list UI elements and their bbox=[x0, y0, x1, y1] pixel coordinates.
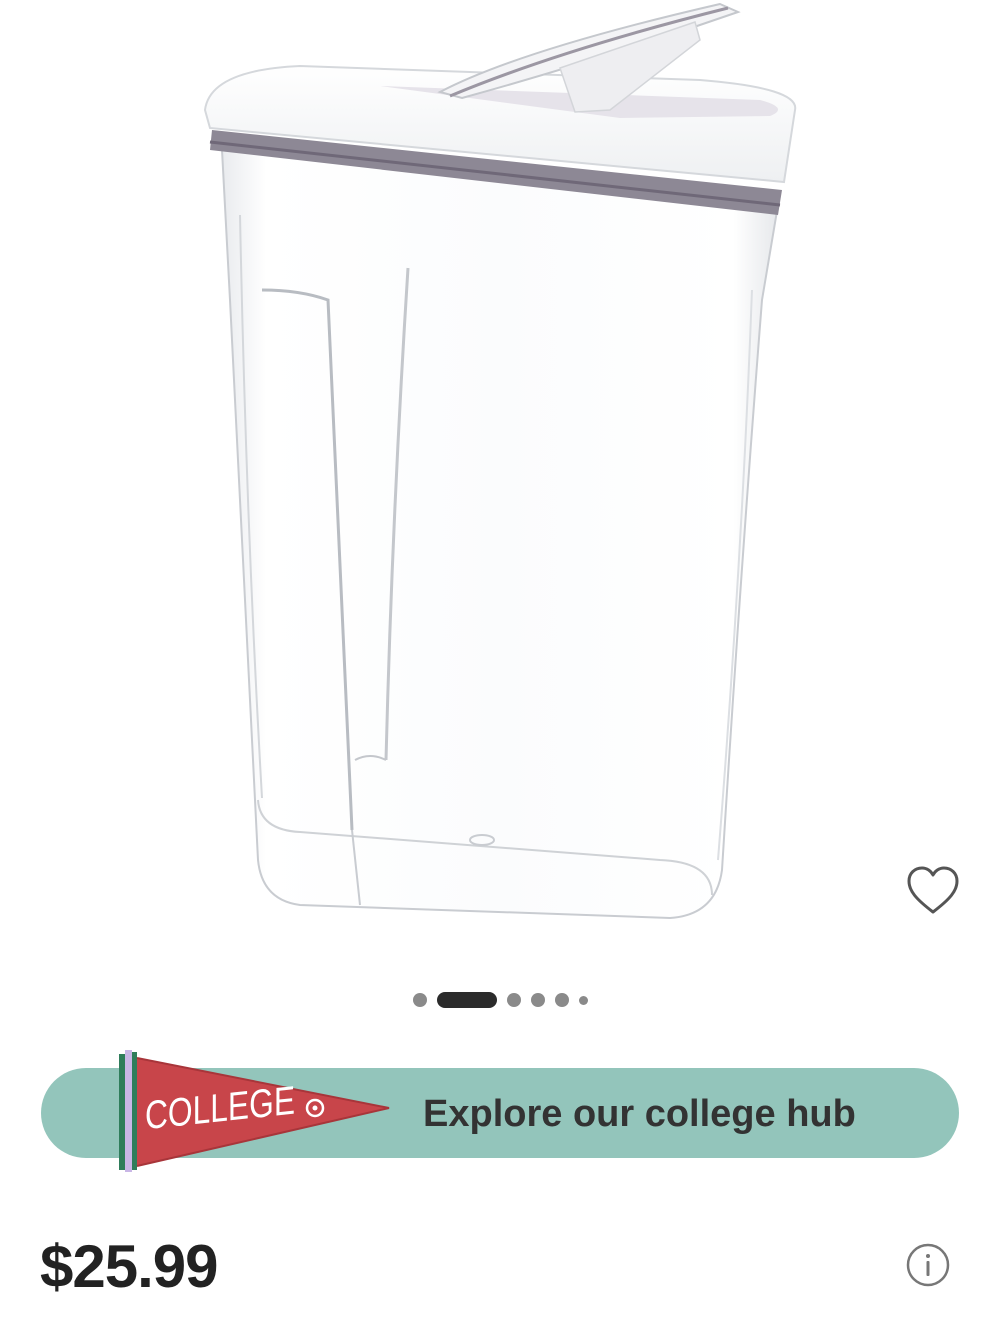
heart-outline-icon bbox=[907, 866, 959, 914]
price-info-button[interactable] bbox=[905, 1242, 951, 1288]
carousel-dot-active[interactable] bbox=[436, 992, 497, 1008]
product-price: $25.99 bbox=[40, 1233, 219, 1300]
carousel-dot[interactable] bbox=[578, 995, 588, 1005]
college-hub-banner[interactable]: COLLEGE Explore our college hub bbox=[41, 1050, 959, 1172]
carousel-dot[interactable] bbox=[412, 993, 427, 1007]
carousel-dot[interactable] bbox=[506, 993, 521, 1007]
carousel-dot[interactable] bbox=[530, 993, 545, 1007]
favorite-button[interactable] bbox=[904, 864, 962, 918]
product-detail-page: COLLEGE Explore our college hub $25.99 bbox=[0, 0, 1000, 1333]
product-image[interactable] bbox=[0, 0, 1000, 960]
image-carousel-indicator bbox=[0, 990, 1000, 1010]
container-illustration bbox=[203, 2, 797, 920]
college-hub-cta: Explore our college hub bbox=[423, 1093, 856, 1135]
college-pennant-icon: COLLEGE bbox=[119, 1050, 390, 1172]
info-circle-icon bbox=[906, 1243, 950, 1287]
carousel-dot[interactable] bbox=[554, 993, 569, 1007]
